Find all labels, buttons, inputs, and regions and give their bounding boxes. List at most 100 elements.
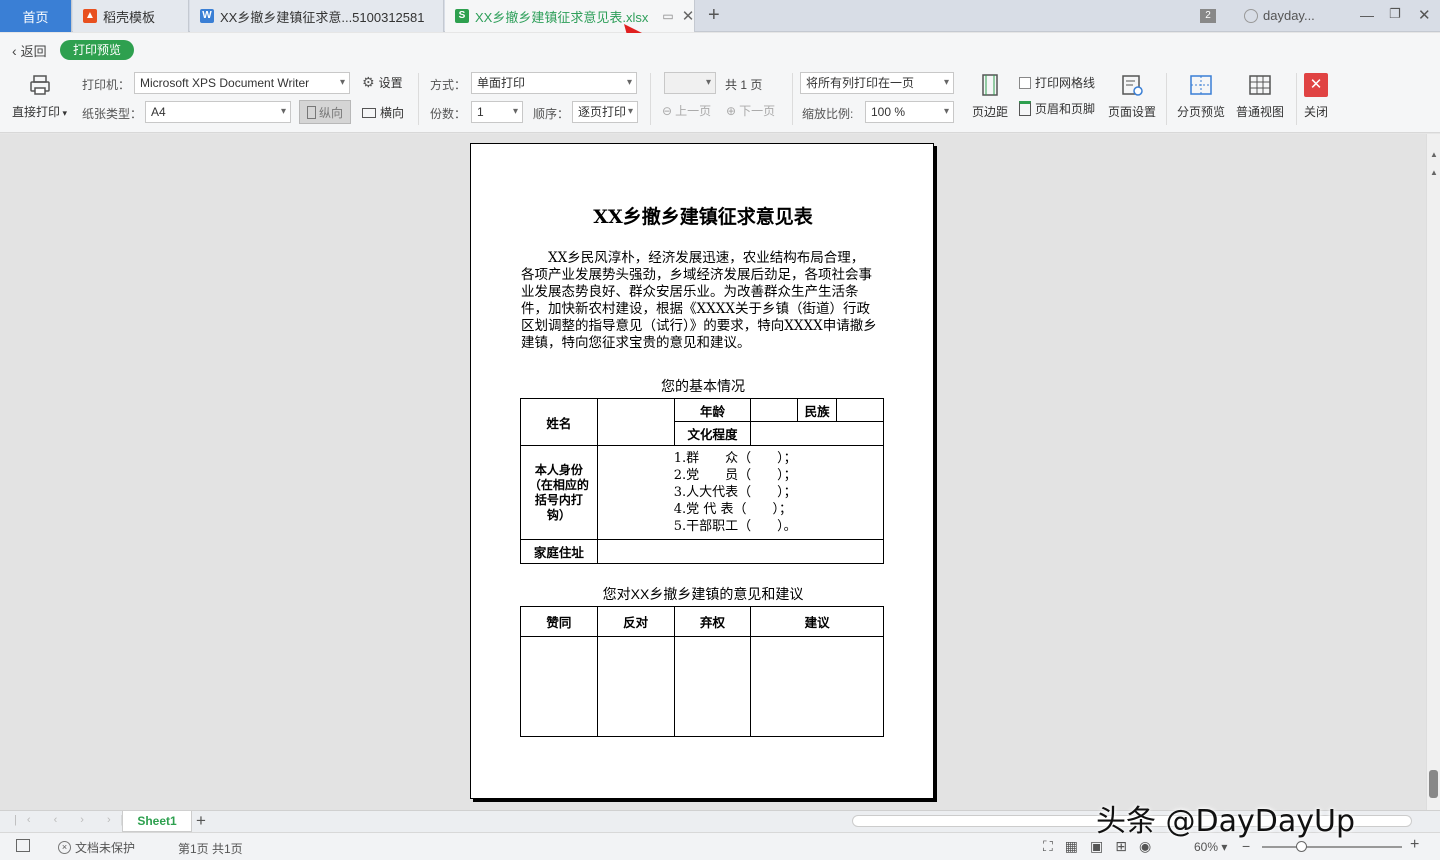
copies-label: 份数： [430, 107, 467, 121]
tab-daoke-label: 稻壳模板 [103, 9, 156, 25]
back-button[interactable]: ‹ 返回 [12, 41, 47, 60]
zoom-in-icon[interactable]: + [1410, 836, 1419, 854]
zoom-label: 缩放比例: [802, 107, 854, 121]
identity-option: 5.干部职工（ ）。 [673, 519, 797, 534]
settings-label: 设置 [378, 76, 403, 90]
normal-view-button[interactable]: 普通视图 [1236, 73, 1284, 120]
close-window-icon[interactable]: ✕ [1418, 6, 1431, 24]
header-footer-icon [1019, 101, 1031, 116]
printer-settings-button[interactable]: ⚙ 设置 [362, 74, 403, 91]
page-break-icon [1190, 75, 1212, 95]
header-footer-button[interactable]: 页眉和页脚 [1019, 100, 1095, 117]
print-mode-select[interactable]: 单面打印 [471, 72, 637, 94]
spreadsheet-icon: S [455, 9, 469, 23]
order-label: 顺序： [533, 107, 570, 121]
zoom-slider[interactable] [1262, 846, 1402, 848]
page-setup-button[interactable]: 页面设置 [1108, 73, 1156, 120]
col-abstain: 弃权 [673, 606, 752, 637]
grid-view-icon [1249, 75, 1271, 95]
margins-button[interactable]: 页边距 [972, 73, 1008, 120]
cell-identity-label: 本人身份（在相应的括号内打钩） [520, 445, 598, 540]
document-title: XX乡撤乡建镇征求意见表 [593, 206, 813, 228]
next-page-label: 下一页 [739, 104, 776, 118]
cell-education-value [750, 421, 884, 446]
next-page-icon: ⊕ [726, 103, 737, 118]
direct-print-label: 直接打印 [12, 105, 61, 119]
scroll-up-fast-icon[interactable]: ▲ [1430, 168, 1438, 177]
page-number-input[interactable] [664, 72, 716, 94]
zoom-select[interactable]: 100 % [865, 101, 954, 123]
cell-age-label: 年龄 [673, 398, 752, 422]
back-label: 返回 [20, 44, 47, 59]
scroll-thumb[interactable] [1429, 770, 1438, 798]
cell-address-value [596, 539, 885, 564]
identity-option: 2.党 员（ ）； [673, 468, 797, 483]
doc-status-icon[interactable] [16, 839, 30, 852]
direct-print-button[interactable]: 直接打印 ▾ [12, 73, 67, 120]
cell-suggest-value [750, 636, 884, 737]
print-preview-pill: 打印预览 [60, 40, 134, 60]
restore-icon[interactable]: ❐ [1389, 6, 1401, 22]
paper-type-select[interactable]: A4 [145, 101, 291, 123]
sheet-nav-arrows[interactable]: |‹ ‹ › ›| [14, 814, 134, 826]
zoom-out-icon[interactable]: − [1242, 838, 1250, 854]
basic-info-table: 姓名 年龄 民族 文化程度 本人身份（在相应的括号内打钩） 1.群 众（ ）； … [520, 398, 885, 564]
printer-label: 打印机： [82, 78, 131, 92]
daoke-icon: ▲ [83, 9, 97, 23]
tab-daoke-templates[interactable]: ▲ 稻壳模板 [73, 0, 189, 32]
cell-name-label: 姓名 [520, 398, 598, 446]
protect-status[interactable]: × 文档未保护 [58, 839, 135, 856]
zoom-dropdown[interactable]: 60% ▾ [1194, 840, 1227, 854]
print-order-select[interactable]: 逐页打印 [572, 101, 638, 123]
tab-word-doc[interactable]: W XX乡撤乡建镇征求意...5100312581 [190, 0, 444, 32]
vertical-scrollbar[interactable]: ▲ ▲ [1426, 134, 1440, 810]
close-label: 关闭 [1304, 105, 1329, 119]
landscape-icon [362, 107, 376, 118]
col-suggest: 建议 [750, 606, 884, 637]
watermark-text: 头条 @DayDayUp [1096, 804, 1356, 839]
protect-label: 文档未保护 [75, 841, 136, 855]
tab-doc-label: XX乡撤乡建镇征求意...5100312581 [220, 9, 425, 25]
cell-name-value [596, 398, 675, 446]
chevron-left-icon: ‹ [12, 42, 17, 59]
prev-page-label: 上一页 [675, 104, 712, 118]
copies-stepper[interactable]: 1 [471, 101, 523, 123]
add-sheet-button[interactable]: + [196, 811, 206, 831]
portrait-button[interactable]: 纵向 [299, 100, 351, 124]
identity-option: 1.群 众（ ）； [673, 451, 797, 466]
user-avatar-icon [1244, 8, 1258, 23]
scroll-up-icon[interactable]: ▲ [1430, 150, 1438, 159]
user-name: dayday... [1263, 8, 1315, 23]
opinions-table: 赞同 反对 弃权 建议 [520, 606, 884, 737]
user-account[interactable]: dayday... [1244, 8, 1315, 23]
landscape-label: 横向 [380, 106, 405, 120]
prev-page-button[interactable]: ⊖ 上一页 [662, 102, 711, 119]
close-preview-button[interactable]: ✕ 关闭 [1304, 73, 1328, 120]
fit-to-page-select[interactable]: 将所有列打印在一页 [800, 72, 954, 94]
cell-age-value [750, 398, 799, 422]
identity-option: 4.党 代 表（ ）； [673, 502, 792, 517]
view-mode-icons[interactable]: ⛶▦▣⊞◉ [1043, 838, 1163, 855]
page-break-preview-button[interactable]: 分页预览 [1177, 73, 1225, 120]
close-red-icon: ✕ [1304, 73, 1328, 97]
sheet-tab-sheet1[interactable]: Sheet1 [122, 811, 192, 832]
tab-home[interactable]: 首页 [0, 0, 72, 32]
printer-select[interactable]: Microsoft XPS Document Writer [134, 72, 350, 94]
landscape-button[interactable]: 横向 [362, 104, 404, 121]
printer-icon [29, 75, 50, 95]
cell-agree-value [520, 636, 598, 737]
prev-page-icon: ⊖ [662, 103, 673, 118]
paper-type-label: 纸张类型： [82, 107, 143, 121]
print-gridlines-checkbox[interactable]: 打印网格线 [1019, 74, 1095, 91]
cell-education-label: 文化程度 [673, 421, 752, 446]
minimize-icon[interactable]: — [1360, 7, 1374, 23]
col-agree: 赞同 [520, 606, 598, 637]
next-page-button[interactable]: ⊕ 下一页 [726, 102, 775, 119]
window-count-badge[interactable]: 2 [1200, 9, 1216, 23]
portrait-icon [306, 105, 316, 119]
settings-icon: ⚙ [362, 74, 375, 90]
portrait-label: 纵向 [318, 105, 343, 120]
document-paragraph: XX乡民风淳朴，经济发展迅速，农业结构布局合理，各项产业发展势头强劲，乡域经济发… [521, 250, 877, 351]
cell-address-label: 家庭住址 [520, 539, 598, 564]
zoom-slider-thumb[interactable] [1296, 841, 1307, 852]
